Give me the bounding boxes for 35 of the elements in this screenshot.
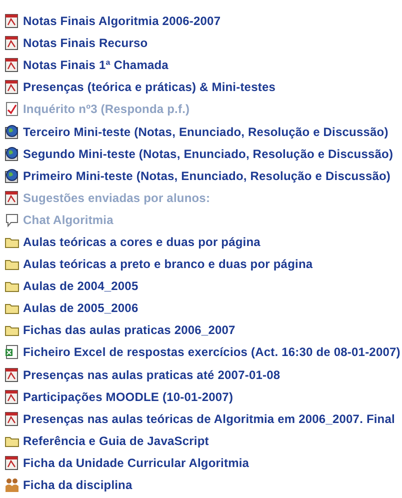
resource-link[interactable]: Participações MOODLE (10-01-2007) xyxy=(23,390,234,404)
resource-link[interactable]: Aulas teóricas a preto e branco e duas por página xyxy=(23,257,313,272)
resource-link[interactable]: Segundo Mini-teste (Notas, Enunciado, Resolução e Discussão) xyxy=(23,146,394,161)
resource-link[interactable]: Fichas das aulas praticas 2006_2007 xyxy=(23,323,236,338)
resource-link[interactable]: Notas Finais Recurso xyxy=(23,36,148,50)
globe-icon xyxy=(4,168,20,184)
resource-link[interactable]: Notas Finais Algoritmia 2006-2007 xyxy=(23,14,221,28)
checkmark-document-icon xyxy=(4,101,20,118)
document-icon xyxy=(4,454,20,471)
document-icon xyxy=(4,35,20,52)
resource-link[interactable]: Ficha da Unidade Curricular Algoritmia xyxy=(23,456,250,470)
resource-link[interactable]: Referência e Guia de JavaScript xyxy=(23,434,209,448)
document-icon xyxy=(4,79,20,96)
spreadsheet-icon xyxy=(4,344,20,360)
resource-link[interactable]: Primeiro Mini-teste (Notas, Enunciado, Resolução e Discussão) xyxy=(23,168,391,183)
resource-link[interactable]: Ficha da disciplina xyxy=(23,478,132,492)
resource-link[interactable]: Ficheiro Excel de respostas exercícios (Act. 16:30 de 08-01-2007) xyxy=(23,345,400,360)
resource-link[interactable]: Notas Finais 1ª Chamada xyxy=(23,58,168,72)
document-icon xyxy=(4,410,20,427)
people-icon xyxy=(4,477,20,494)
resource-link[interactable]: Aulas de 2005_2006 xyxy=(23,301,138,316)
document-icon xyxy=(4,57,20,74)
resource-link[interactable]: Presenças nas aulas teóricas de Algoritmia em 2006_2007. Final xyxy=(23,412,395,426)
document-icon xyxy=(4,388,20,405)
speech-bubble-icon xyxy=(4,212,20,228)
resource-link[interactable]: Terceiro Mini-teste (Notas, Enunciado, Resolução e Discussão) xyxy=(23,124,388,139)
document-icon xyxy=(4,13,20,30)
document-icon xyxy=(4,190,20,206)
globe-icon xyxy=(4,146,20,162)
document-icon xyxy=(4,366,20,383)
resource-link[interactable]: Aulas de 2004_2005 xyxy=(23,279,138,294)
resource-link[interactable]: Presenças (teórica e práticas) & Mini-testes xyxy=(23,80,276,94)
resource-link[interactable]: Aulas teóricas a cores e duas por página xyxy=(23,234,260,249)
resource-link[interactable]: Presenças nas aulas praticas até 2007-01-08 xyxy=(23,368,280,382)
globe-icon xyxy=(4,124,20,140)
